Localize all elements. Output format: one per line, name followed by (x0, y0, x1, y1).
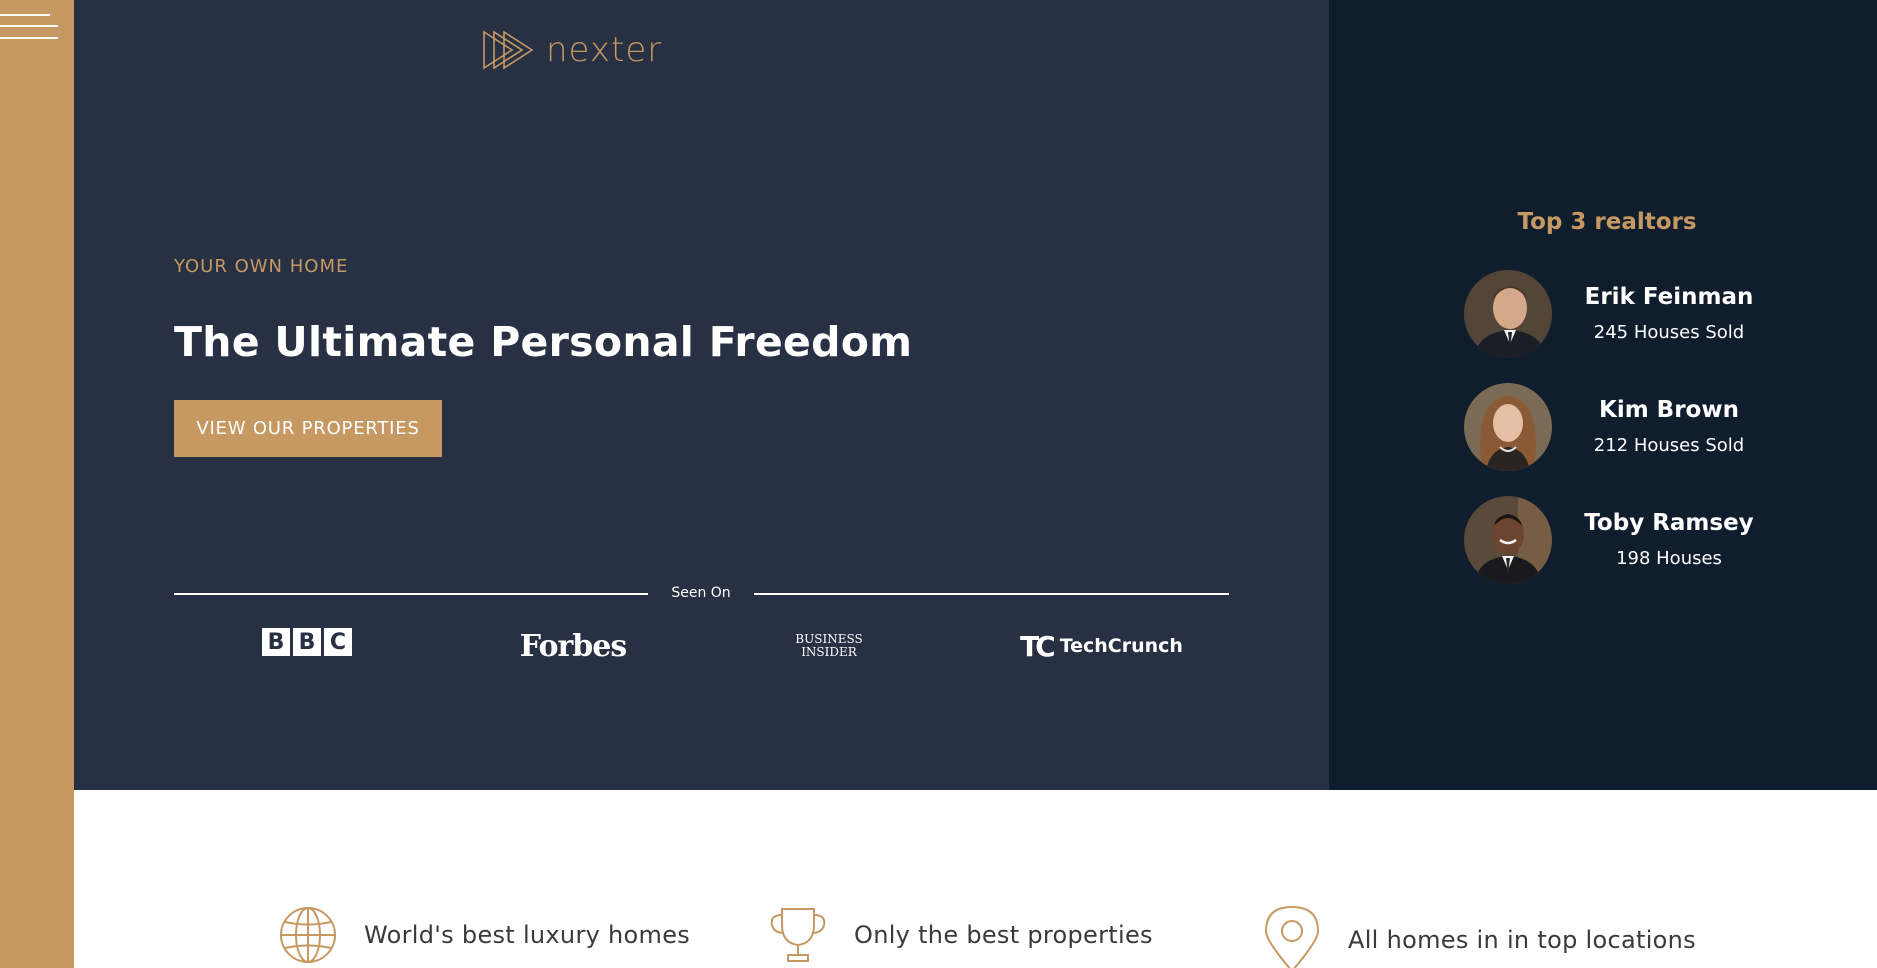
techcrunch-mark: TC (1020, 629, 1056, 663)
map-pin-icon (1264, 905, 1320, 968)
avatar (1464, 383, 1552, 471)
view-properties-button[interactable]: VIEW OUR PROPERTIES (174, 400, 442, 457)
hero-headline: The Ultimate Personal Freedom (174, 318, 913, 366)
divider-line-left (174, 593, 648, 595)
feature-item: Only the best properties (768, 905, 1153, 965)
realtor-card[interactable]: Toby Ramsey 198 Houses (1464, 496, 1784, 586)
logo-text: nexter (546, 30, 663, 70)
bbc-logo: B B C (262, 628, 352, 656)
feature-item: All homes in in top locations (1262, 905, 1696, 968)
bbc-letter: C (324, 628, 352, 656)
realtors-title: Top 3 realtors (1517, 209, 1697, 235)
realtor-name: Erik Feinman (1584, 284, 1754, 310)
bbc-letter: B (293, 628, 321, 656)
business-insider-logo: BUSINESS INSIDER (794, 628, 864, 664)
feature-text: All homes in in top locations (1348, 926, 1696, 954)
realtor-photo (1464, 270, 1552, 358)
divider-line-right (754, 593, 1229, 595)
hamburger-menu-icon[interactable] (0, 12, 58, 42)
realtor-houses-sold: 245 Houses Sold (1593, 322, 1745, 343)
seen-on-divider: Seen On (174, 583, 1229, 603)
bi-line2: INSIDER (801, 645, 857, 659)
page-root: nexter YOUR OWN HOME The Ultimate Person… (0, 0, 1877, 968)
techcrunch-logo: TC TechCrunch (1004, 628, 1199, 664)
globe-icon (280, 907, 336, 963)
realtor-photo (1464, 496, 1552, 584)
bbc-letter: B (262, 628, 290, 656)
logo[interactable]: nexter (482, 30, 662, 70)
hero-eyebrow: YOUR OWN HOME (174, 256, 349, 277)
top-realtors-panel: Top 3 realtors Erik Feinman 245 Houses S… (1329, 0, 1877, 790)
menu-line (0, 14, 50, 16)
menu-line (0, 25, 58, 27)
sidebar (0, 0, 74, 968)
hero-header: nexter YOUR OWN HOME The Ultimate Person… (74, 0, 1329, 790)
forbes-logo: Forbes (519, 628, 627, 664)
feature-text: Only the best properties (854, 921, 1153, 949)
realtor-photo (1464, 383, 1552, 471)
realtor-card[interactable]: Erik Feinman 245 Houses Sold (1464, 270, 1784, 360)
avatar (1464, 270, 1552, 358)
feature-text: World's best luxury homes (364, 921, 691, 949)
menu-line (0, 37, 58, 39)
realtor-houses-sold: 212 Houses Sold (1593, 435, 1745, 456)
realtor-name: Kim Brown (1599, 397, 1739, 423)
seen-on-label: Seen On (671, 585, 731, 601)
realtor-houses-sold: 198 Houses (1616, 548, 1722, 569)
avatar (1464, 496, 1552, 584)
techcrunch-text: TechCrunch (1059, 635, 1183, 657)
realtor-card[interactable]: Kim Brown 212 Houses Sold (1464, 383, 1784, 473)
triple-play-triangle-icon (483, 30, 534, 70)
realtor-name: Toby Ramsey (1584, 510, 1754, 536)
trophy-icon (770, 908, 826, 962)
feature-item: World's best luxury homes (278, 905, 690, 965)
